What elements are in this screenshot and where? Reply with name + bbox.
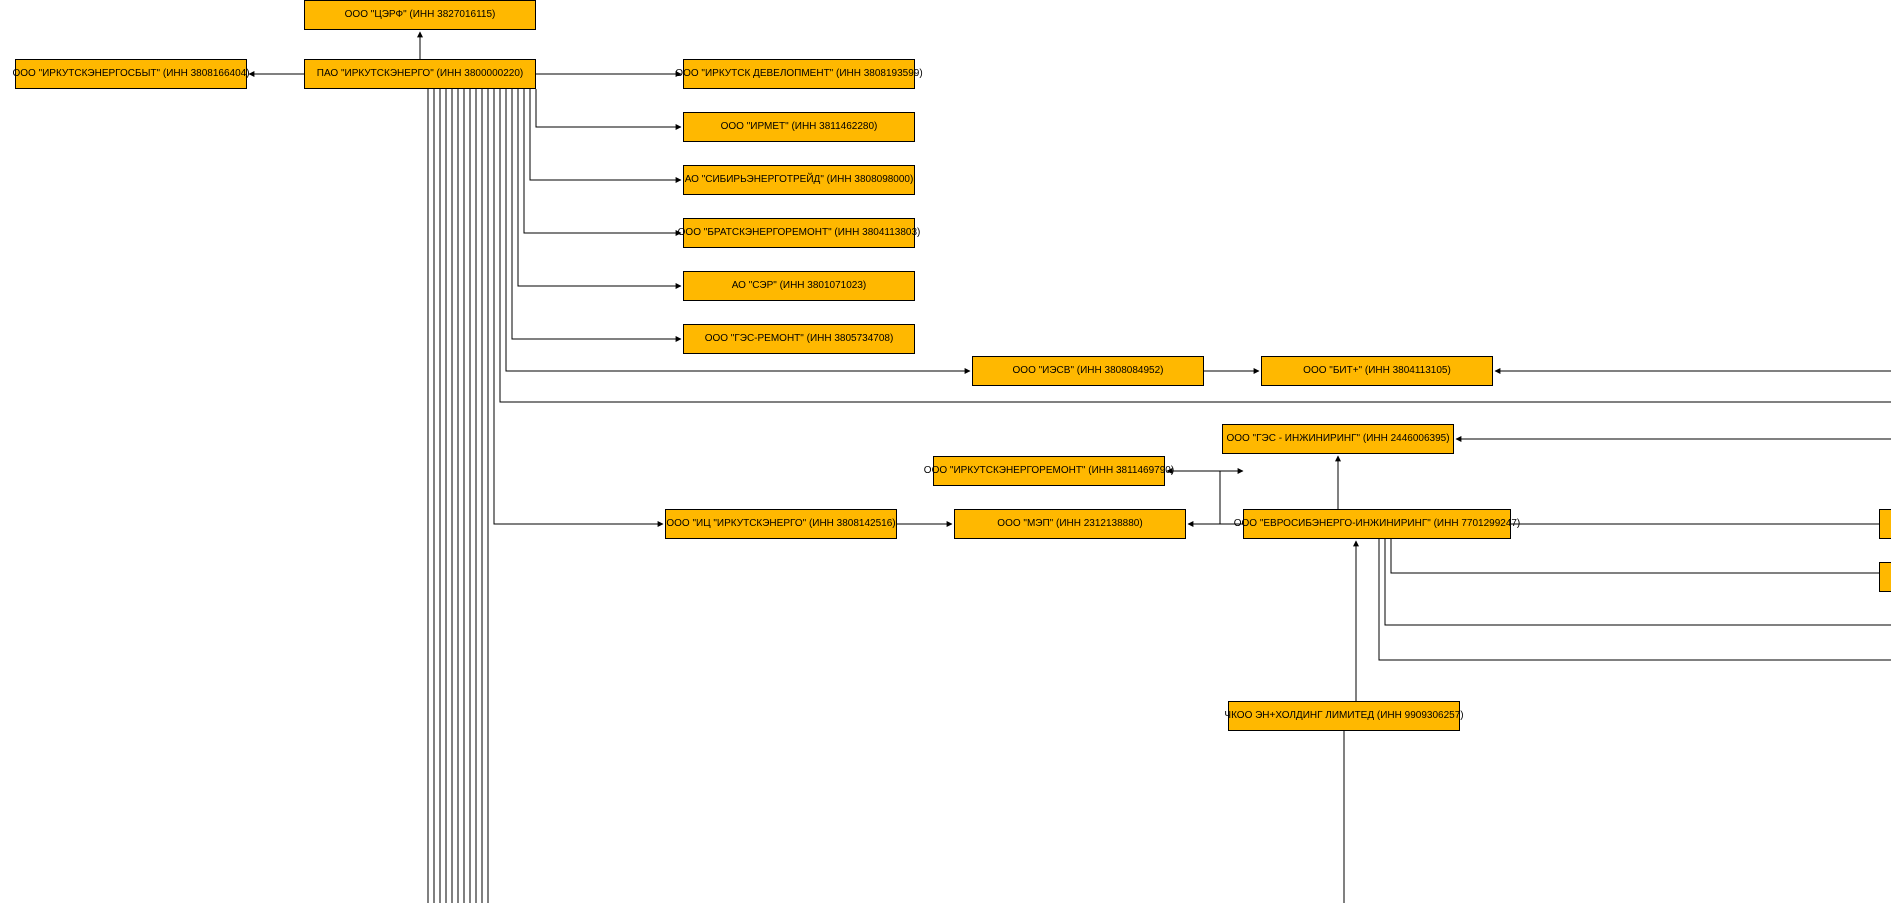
- node-gesremont[interactable]: ООО "ГЭС-РЕМОНТ" (ИНН 3805734708): [683, 324, 915, 354]
- node-label: ПАО "ИРКУТСКЭНЕРГО" (ИНН 3800000220): [317, 68, 523, 80]
- diagram-canvas: ООО "ЦЭРФ" (ИНН 3827016115) ПАО "ИРКУТСК…: [0, 0, 1891, 903]
- node-label: ООО "ИРКУТСКЭНЕРГОРЕМОНТ" (ИНН 381146979…: [924, 465, 1174, 477]
- node-label: ООО "ИЭСВ" (ИНН 3808084952): [1013, 365, 1164, 377]
- node-label: ООО "ИЦ "ИРКУТСКЭНЕРГО" (ИНН 3808142516): [666, 518, 895, 530]
- edge: [494, 89, 663, 524]
- node-label: ООО "МЭП" (ИНН 2312138880): [997, 518, 1142, 530]
- node-sibenergotreyd[interactable]: АО "СИБИРЬЭНЕРГОТРЕЙД" (ИНН 3808098000): [683, 165, 915, 195]
- node-label: ООО "ЕВРОСИБЭНЕРГО-ИНЖИНИРИНГ" (ИНН 7701…: [1234, 518, 1521, 530]
- node-label: ООО "ГЭС - ИНЖИНИРИНГ" (ИНН 2446006395): [1226, 433, 1449, 445]
- edges-layer: [0, 0, 1891, 903]
- node-label: АО "СИБИРЬЭНЕРГОТРЕЙД" (ИНН 3808098000): [685, 174, 914, 186]
- edge: [530, 89, 681, 180]
- node-iesv[interactable]: ООО "ИЭСВ" (ИНН 3808084952): [972, 356, 1204, 386]
- node-ic[interactable]: ООО "ИЦ "ИРКУТСКЭНЕРГО" (ИНН 3808142516): [665, 509, 897, 539]
- node-euroengineering[interactable]: ООО "ЕВРОСИБЭНЕРГО-ИНЖИНИРИНГ" (ИНН 7701…: [1243, 509, 1511, 539]
- node-offscreen-1[interactable]: [1879, 509, 1891, 539]
- node-label: АО "СЭР" (ИНН 3801071023): [732, 280, 867, 292]
- node-gesengineering[interactable]: ООО "ГЭС - ИНЖИНИРИНГ" (ИНН 2446006395): [1222, 424, 1454, 454]
- node-bratskremont[interactable]: ООО "БРАТСКЭНЕРГОРЕМОНТ" (ИНН 3804113803…: [683, 218, 915, 248]
- node-label: ООО "ИРКУТСКЭНЕРГОСБЫТ" (ИНН 3808166404): [12, 68, 249, 80]
- node-label: ЧКОО ЭН+ХОЛДИНГ ЛИМИТЕД (ИНН 9909306257): [1224, 710, 1463, 722]
- node-irkutskenergo[interactable]: ПАО "ИРКУТСКЭНЕРГО" (ИНН 3800000220): [304, 59, 536, 89]
- edge: [1379, 539, 1891, 660]
- node-energoremont[interactable]: ООО "ИРКУТСКЭНЕРГОРЕМОНТ" (ИНН 381146979…: [933, 456, 1165, 486]
- node-cerf[interactable]: ООО "ЦЭРФ" (ИНН 3827016115): [304, 0, 536, 30]
- edge: [1391, 539, 1891, 573]
- node-enholding[interactable]: ЧКОО ЭН+ХОЛДИНГ ЛИМИТЕД (ИНН 9909306257): [1228, 701, 1460, 731]
- node-development[interactable]: ООО "ИРКУТСК ДЕВЕЛОПМЕНТ" (ИНН 380819359…: [683, 59, 915, 89]
- node-offscreen-2[interactable]: [1879, 562, 1891, 592]
- node-label: ООО "ГЭС-РЕМОНТ" (ИНН 3805734708): [705, 333, 894, 345]
- node-bitplus[interactable]: ООО "БИТ+" (ИНН 3804113105): [1261, 356, 1493, 386]
- edge: [512, 89, 681, 339]
- edge: [1385, 539, 1891, 625]
- node-label: ООО "ЦЭРФ" (ИНН 3827016115): [345, 9, 496, 21]
- edge: [518, 89, 681, 286]
- node-energosbyt[interactable]: ООО "ИРКУТСКЭНЕРГОСБЫТ" (ИНН 3808166404): [15, 59, 247, 89]
- node-label: ООО "ИРМЕТ" (ИНН 3811462280): [721, 121, 878, 133]
- node-label: ООО "БИТ+" (ИНН 3804113105): [1303, 365, 1451, 377]
- node-irmet[interactable]: ООО "ИРМЕТ" (ИНН 3811462280): [683, 112, 915, 142]
- edge: [536, 89, 681, 127]
- node-label: ООО "ИРКУТСК ДЕВЕЛОПМЕНТ" (ИНН 380819359…: [675, 68, 922, 80]
- node-label: ООО "БРАТСКЭНЕРГОРЕМОНТ" (ИНН 3804113803…: [678, 227, 921, 239]
- node-ser[interactable]: АО "СЭР" (ИНН 3801071023): [683, 271, 915, 301]
- node-mep[interactable]: ООО "МЭП" (ИНН 2312138880): [954, 509, 1186, 539]
- edge: [524, 89, 681, 233]
